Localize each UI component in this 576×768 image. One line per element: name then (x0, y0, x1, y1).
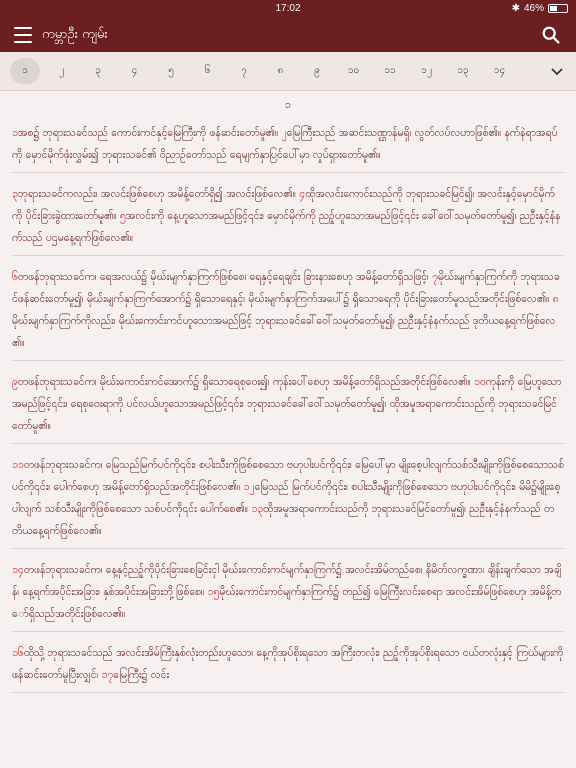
verse-text: တဖန်ဘုရားသခင်က၊ ရေအလယ်၌ မိုဃ်းမျက်နှာကြက… (17, 271, 433, 283)
tab-chapter-10[interactable]: ၁၀ (339, 52, 369, 90)
verse-number: ၁၃ (251, 503, 264, 515)
verse-number: ၁၁ (12, 459, 24, 471)
verse-number: ၁၄ (12, 564, 24, 576)
battery-percent: 46% (523, 3, 544, 14)
verse-text: အစ၌ ဘုရားသခင်သည် ကောင်းကင်နှင့်မြေကြီးကိ… (17, 127, 282, 139)
book-title: ကမ္ဘာဦး ကျမ်း (42, 27, 108, 42)
verses-list: ၁အစ၌ ဘုရားသခင်သည် ကောင်းကင်နှင့်မြေကြီးက… (12, 122, 564, 693)
chapter-content[interactable]: ၁ ၁အစ၌ ဘုရားသခင်သည် ကောင်းကင်နှင့်မြေကြီ… (12, 98, 564, 768)
battery-level (550, 6, 558, 11)
verse-text: ထိုသို့ ဘုရားသခင်သည် အလင်းအိမ်ကြီးနှစ်လု… (12, 647, 564, 681)
tab-chapter-7[interactable]: ၇ (229, 52, 259, 90)
verse-text: မိုဃ်းမျက်နှာကြက်ကိုလည်း၊ မိုဃ်းကောင်းကင… (12, 315, 556, 349)
bluetooth-icon: ✱ (511, 3, 520, 14)
tab-chapter-14[interactable]: ၁၄ (485, 52, 515, 90)
tab-chapter-13[interactable]: ၁၃ (448, 52, 478, 90)
tab-chapter-9[interactable]: ၉ (302, 52, 332, 90)
app-bar: ကမ္ဘာဦး ကျမ်း (0, 18, 576, 52)
status-bar: 17:02 ✱ 46% (0, 0, 576, 18)
verse-number: ၈ (552, 293, 559, 305)
chevron-down-icon[interactable] (548, 62, 566, 80)
verse-text: မြေကြီး၌ လင်း (113, 669, 170, 681)
tab-chapter-5[interactable]: ၅ (156, 52, 186, 90)
tab-chapter-3[interactable]: ၃ (83, 52, 113, 90)
verse-number: ၁၂ (243, 481, 255, 493)
verse-text: တဖန်ဘုရားသခင်က၊ မိုဃ်းကောင်းကင်အောက်၌ ရှ… (17, 376, 474, 388)
tab-chapter-6[interactable]: ၆ (193, 52, 223, 90)
verse-paragraph[interactable]: ၁အစ၌ ဘုရားသခင်သည် ကောင်းကင်နှင့်မြေကြီးက… (12, 122, 564, 173)
status-right: ✱ 46% (512, 3, 568, 14)
battery-icon (548, 4, 568, 13)
menu-icon[interactable] (14, 27, 32, 43)
verse-paragraph[interactable]: ၆တဖန်ဘုရားသခင်က၊ ရေအလယ်၌ မိုဃ်းမျက်နှာကြ… (12, 266, 564, 361)
status-time: 17:02 (275, 3, 301, 14)
verse-number: ၁၀ (473, 376, 486, 388)
verse-paragraph[interactable]: ၁၁တဖန်ဘုရားသခင်က၊ မြေသည်မြက်ပင်ကို၎င်း၊ … (12, 454, 564, 549)
tab-chapter-2[interactable]: ၂ (47, 52, 77, 90)
search-icon[interactable] (540, 24, 562, 46)
tab-chapter-12[interactable]: ၁၂ (412, 52, 442, 90)
tab-chapter-11[interactable]: ၁၁ (375, 52, 405, 90)
chapter-heading: ၁ (284, 98, 292, 111)
tab-chapter-4[interactable]: ၄ (120, 52, 150, 90)
verse-number: ၁၆ (12, 647, 24, 659)
tab-chapter-1[interactable]: ၁ (10, 58, 40, 84)
verse-paragraph[interactable]: ၁၄တဖန်ဘုရားသခင်က၊ နေ့နှင့်ညဉ့်ကိုပိုင်းခ… (12, 559, 564, 632)
verse-number: ၁၇ (101, 669, 114, 681)
chapter-tabs: ၁၂၃၄၅၆၇၈၉၁၀ ၁၁ ၁၂ ၁၃ ၁၄ (0, 52, 576, 91)
verse-paragraph[interactable]: ၃ဘုရားသခင်ကလည်း၊ အလင်းဖြစ်စေဟု အမိန့်တော… (12, 183, 564, 256)
verse-number: ၁၅ (207, 586, 220, 598)
verse-text: ဘုရားသခင်ကလည်း၊ အလင်းဖြစ်စေဟု အမိန့်တော်… (17, 188, 300, 200)
verse-paragraph[interactable]: ၁၆ထိုသို့ ဘုရားသခင်သည် အလင်းအိမ်ကြီးနှစ်… (12, 642, 564, 693)
verse-paragraph[interactable]: ၉တဖန်ဘုရားသခင်က၊ မိုဃ်းကောင်းကင်အောက်၌ ရ… (12, 371, 564, 444)
tab-chapter-8[interactable]: ၈ (266, 52, 296, 90)
